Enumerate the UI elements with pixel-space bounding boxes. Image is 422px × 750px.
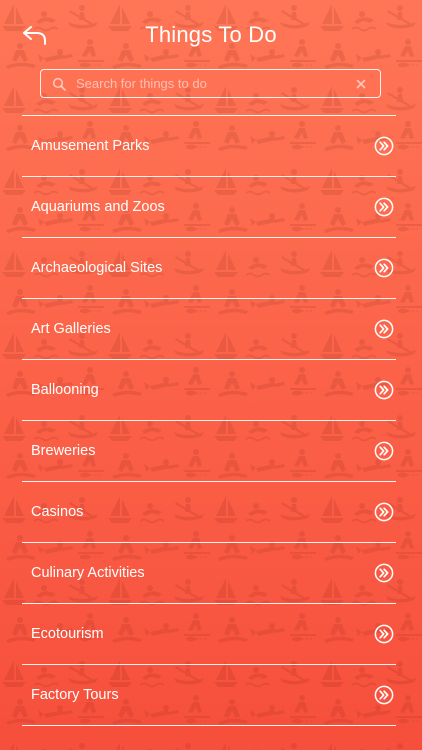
double-chevron-right-icon	[374, 441, 394, 461]
double-chevron-right-icon	[374, 624, 394, 644]
search-bar	[40, 69, 381, 98]
page-title: Things To Do	[145, 22, 277, 47]
list-item-label: Ecotourism	[31, 626, 104, 642]
list-item[interactable]: Aquariums and Zoos	[22, 177, 396, 238]
list-item-label: Archaeological Sites	[31, 260, 163, 276]
list-item-label: Casinos	[31, 504, 84, 520]
search-icon	[52, 77, 66, 91]
list-item-label: Ballooning	[31, 382, 99, 398]
list-item[interactable]: Archaeological Sites	[22, 238, 396, 299]
list-item[interactable]: Ballooning	[22, 360, 396, 421]
list-item-label: Amusement Parks	[31, 138, 150, 154]
list-item-label: Art Galleries	[31, 321, 111, 337]
double-chevron-right-icon	[374, 685, 394, 705]
header-bar: Things To Do	[0, 0, 422, 68]
search-clear-button[interactable]	[354, 77, 368, 91]
double-chevron-right-icon	[374, 258, 394, 278]
list-item-label: Aquariums and Zoos	[31, 199, 165, 215]
search-input[interactable]	[76, 70, 354, 97]
double-chevron-right-icon	[374, 563, 394, 583]
activity-list: Amusement Parks Aquariums and Zoos Archaeo…	[0, 115, 422, 726]
double-chevron-right-icon	[374, 502, 394, 522]
list-item[interactable]: Amusement Parks	[22, 116, 396, 177]
double-chevron-right-icon	[374, 197, 394, 217]
double-chevron-right-icon	[374, 136, 394, 156]
list-item[interactable]: Casinos	[22, 482, 396, 543]
list-item[interactable]: Factory Tours	[22, 665, 396, 726]
list-item[interactable]: Ecotourism	[22, 604, 396, 665]
list-item[interactable]: Culinary Activities	[22, 543, 396, 604]
list-item[interactable]: Art Galleries	[22, 299, 396, 360]
close-icon	[356, 79, 366, 88]
list-item-label: Breweries	[31, 443, 96, 459]
double-chevron-right-icon	[374, 319, 394, 339]
list-item[interactable]: Breweries	[22, 421, 396, 482]
list-item-label: Factory Tours	[31, 687, 119, 703]
double-chevron-right-icon	[374, 380, 394, 400]
list-item-label: Culinary Activities	[31, 565, 145, 581]
